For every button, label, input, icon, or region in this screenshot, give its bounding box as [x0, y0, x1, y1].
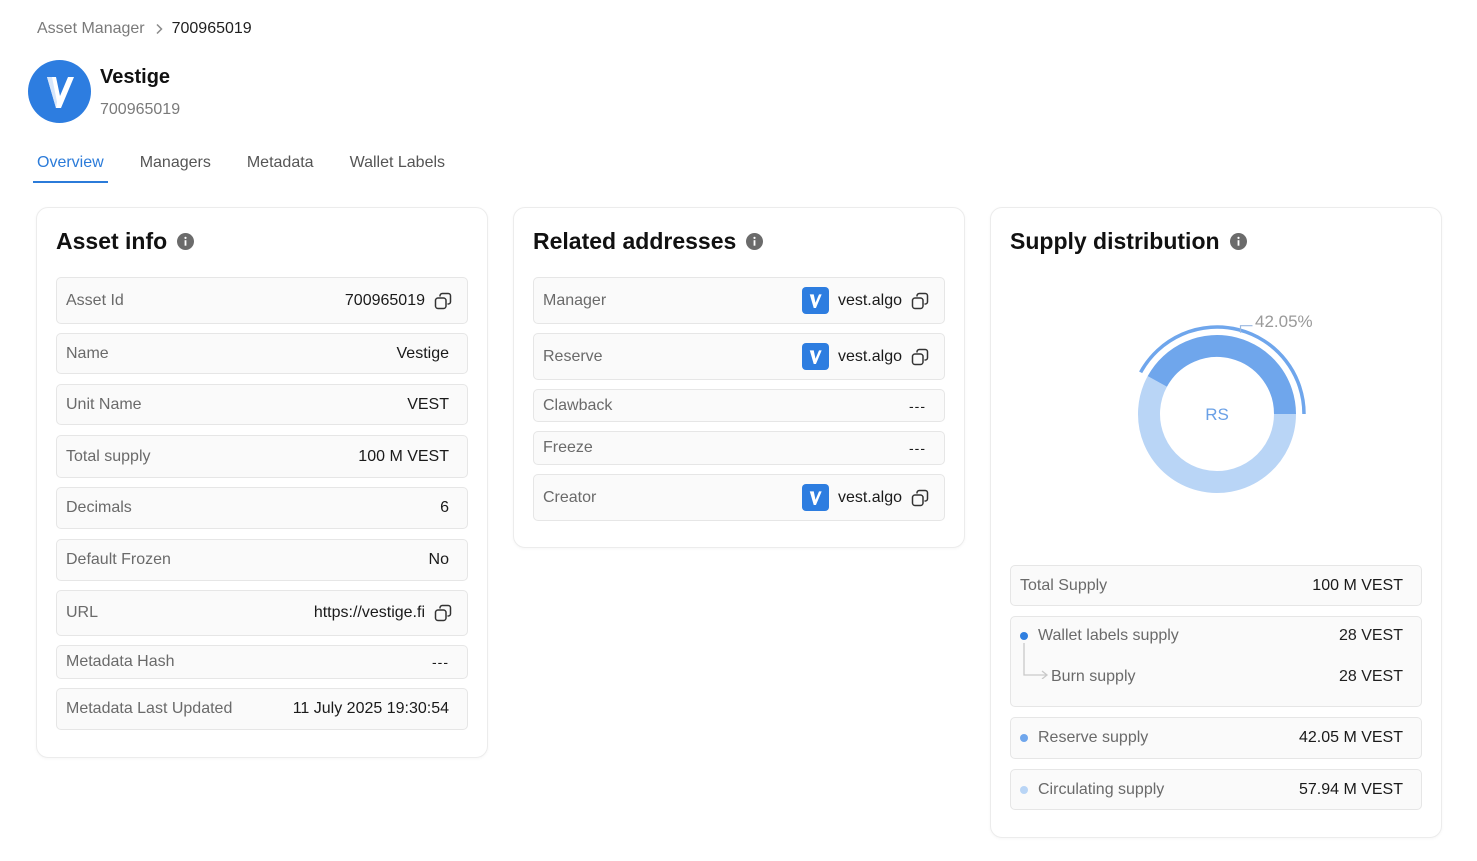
info-row-unit-name: Unit Name VEST	[56, 384, 468, 425]
tree-connector-icon	[1023, 643, 1049, 679]
row-label: Clawback	[543, 396, 613, 414]
breadcrumb-current: 700965019	[171, 20, 252, 37]
address-link[interactable]: vest.algo	[838, 348, 902, 366]
info-row-name: Name Vestige	[56, 333, 468, 374]
address-row-creator: Creator vest.algo	[533, 474, 945, 521]
url-link[interactable]: https://vestige.fi	[314, 604, 425, 622]
info-icon[interactable]	[177, 233, 195, 250]
row-label: Total supply	[66, 447, 151, 465]
vestige-logo-icon	[801, 484, 829, 511]
asset-header: Vestige 700965019	[28, 60, 180, 123]
row-label: Decimals	[66, 499, 132, 516]
info-row-decimals: Decimals 6	[56, 487, 468, 529]
copy-icon[interactable]	[911, 489, 929, 507]
asset-name: Vestige	[100, 66, 171, 88]
wallet-labels-dot	[1020, 632, 1028, 640]
info-icon[interactable]	[746, 233, 764, 250]
supply-row-total: Total Supply 100 M VEST	[1010, 565, 1422, 606]
address-row-manager: Manager vest.algo	[533, 277, 945, 324]
row-value: 11 July 2025 19:30:54	[292, 700, 449, 717]
supply-donut-chart[interactable]: RS 42.05%	[1111, 303, 1331, 513]
supply-line-wallet-labels: Wallet labels supply 28 VEST	[1020, 627, 1403, 645]
address-row-clawback: Clawback ---	[533, 389, 945, 422]
donut-center-label: RS	[1205, 405, 1229, 424]
tab-bar: Overview Managers Metadata Wallet Labels	[33, 150, 477, 183]
row-value: VEST	[407, 395, 449, 413]
copy-icon[interactable]	[911, 292, 929, 310]
related-addresses-card: Related addresses Manager vest.algo Rese…	[513, 207, 965, 548]
supply-line-burn: Burn supply 28 VEST	[1051, 668, 1403, 686]
address-row-freeze: Freeze ---	[533, 431, 945, 465]
row-label: Wallet labels supply	[1038, 627, 1179, 644]
row-label: Circulating supply	[1038, 780, 1165, 798]
asset-info-card: Asset info Asset Id 700965019 Name Vesti…	[36, 207, 488, 758]
row-value: No	[428, 551, 449, 568]
tab-wallet-labels[interactable]: Wallet Labels	[346, 150, 449, 181]
vestige-logo-icon	[28, 60, 91, 123]
row-label: Default Frozen	[66, 551, 171, 568]
info-row-metadata-hash: Metadata Hash ---	[56, 645, 468, 679]
row-label: Metadata Hash	[66, 653, 175, 670]
tab-managers[interactable]: Managers	[136, 150, 215, 181]
row-value: 100 M VEST	[358, 447, 449, 465]
copy-icon[interactable]	[434, 604, 452, 622]
circulating-segment[interactable]	[1138, 376, 1296, 493]
row-value: ---	[909, 440, 926, 456]
reserve-dot	[1020, 734, 1028, 742]
supply-group-wallet-labels: Wallet labels supply 28 VEST Burn supply…	[1010, 616, 1422, 707]
vestige-logo-icon	[801, 287, 829, 314]
info-icon[interactable]	[1229, 233, 1247, 250]
row-label: Total Supply	[1020, 576, 1108, 594]
supply-row-reserve: Reserve supply 42.05 M VEST	[1010, 717, 1422, 759]
supply-distribution-title: Supply distribution	[1010, 228, 1220, 254]
row-label: Unit Name	[66, 395, 142, 413]
address-link[interactable]: vest.algo	[838, 489, 902, 507]
row-label: Creator	[543, 488, 597, 506]
circulating-dot	[1020, 785, 1028, 794]
reserve-percent-label: 42.05%	[1255, 312, 1313, 331]
address-link[interactable]: vest.algo	[838, 292, 902, 310]
copy-icon[interactable]	[434, 292, 452, 310]
row-label: Freeze	[543, 439, 593, 456]
supply-distribution-card: Supply distribution RS 42.05% Total Supp…	[990, 207, 1442, 838]
row-label: Name	[66, 344, 109, 362]
row-value: 6	[440, 499, 449, 516]
row-value: 57.94 M VEST	[1298, 780, 1403, 798]
row-value: ---	[909, 397, 926, 414]
info-row-asset-id: Asset Id 700965019	[56, 277, 468, 324]
row-value: 42.05 M VEST	[1298, 729, 1403, 746]
info-row-default-frozen: Default Frozen No	[56, 539, 468, 581]
donut-segments	[1138, 325, 1306, 493]
breadcrumb: Asset Manager 700965019	[37, 20, 252, 38]
related-addresses-title: Related addresses	[533, 228, 737, 254]
asset-info-title: Asset info	[56, 228, 168, 254]
tab-metadata[interactable]: Metadata	[243, 150, 318, 181]
chevron-right-icon	[155, 23, 163, 35]
row-value: 28 VEST	[1338, 668, 1403, 685]
row-label: Reserve supply	[1038, 729, 1149, 746]
info-row-url: URL https://vestige.fi	[56, 590, 468, 636]
row-value: 28 VEST	[1338, 627, 1403, 644]
row-value: Vestige	[396, 344, 449, 362]
row-label: Metadata Last Updated	[66, 700, 233, 717]
vestige-logo-icon	[801, 343, 829, 370]
tab-overview[interactable]: Overview	[33, 150, 108, 183]
supply-row-circulating: Circulating supply 57.94 M VEST	[1010, 769, 1422, 810]
row-label: Manager	[543, 291, 607, 309]
copy-icon[interactable]	[911, 348, 929, 366]
row-value: ---	[432, 654, 449, 670]
row-value: 100 M VEST	[1312, 576, 1403, 594]
info-row-metadata-last-updated: Metadata Last Updated 11 July 2025 19:30…	[56, 688, 468, 730]
breadcrumb-asset-manager-link[interactable]: Asset Manager	[37, 20, 145, 38]
row-value: 700965019	[344, 291, 425, 309]
row-label: Burn supply	[1051, 668, 1136, 685]
reserve-segment[interactable]	[1147, 335, 1296, 415]
row-label: URL	[66, 604, 99, 621]
row-label: Reserve	[543, 347, 603, 365]
address-row-reserve: Reserve vest.algo	[533, 333, 945, 380]
row-label: Asset Id	[66, 291, 124, 309]
asset-id: 700965019	[100, 101, 181, 118]
info-row-total-supply: Total supply 100 M VEST	[56, 435, 468, 478]
